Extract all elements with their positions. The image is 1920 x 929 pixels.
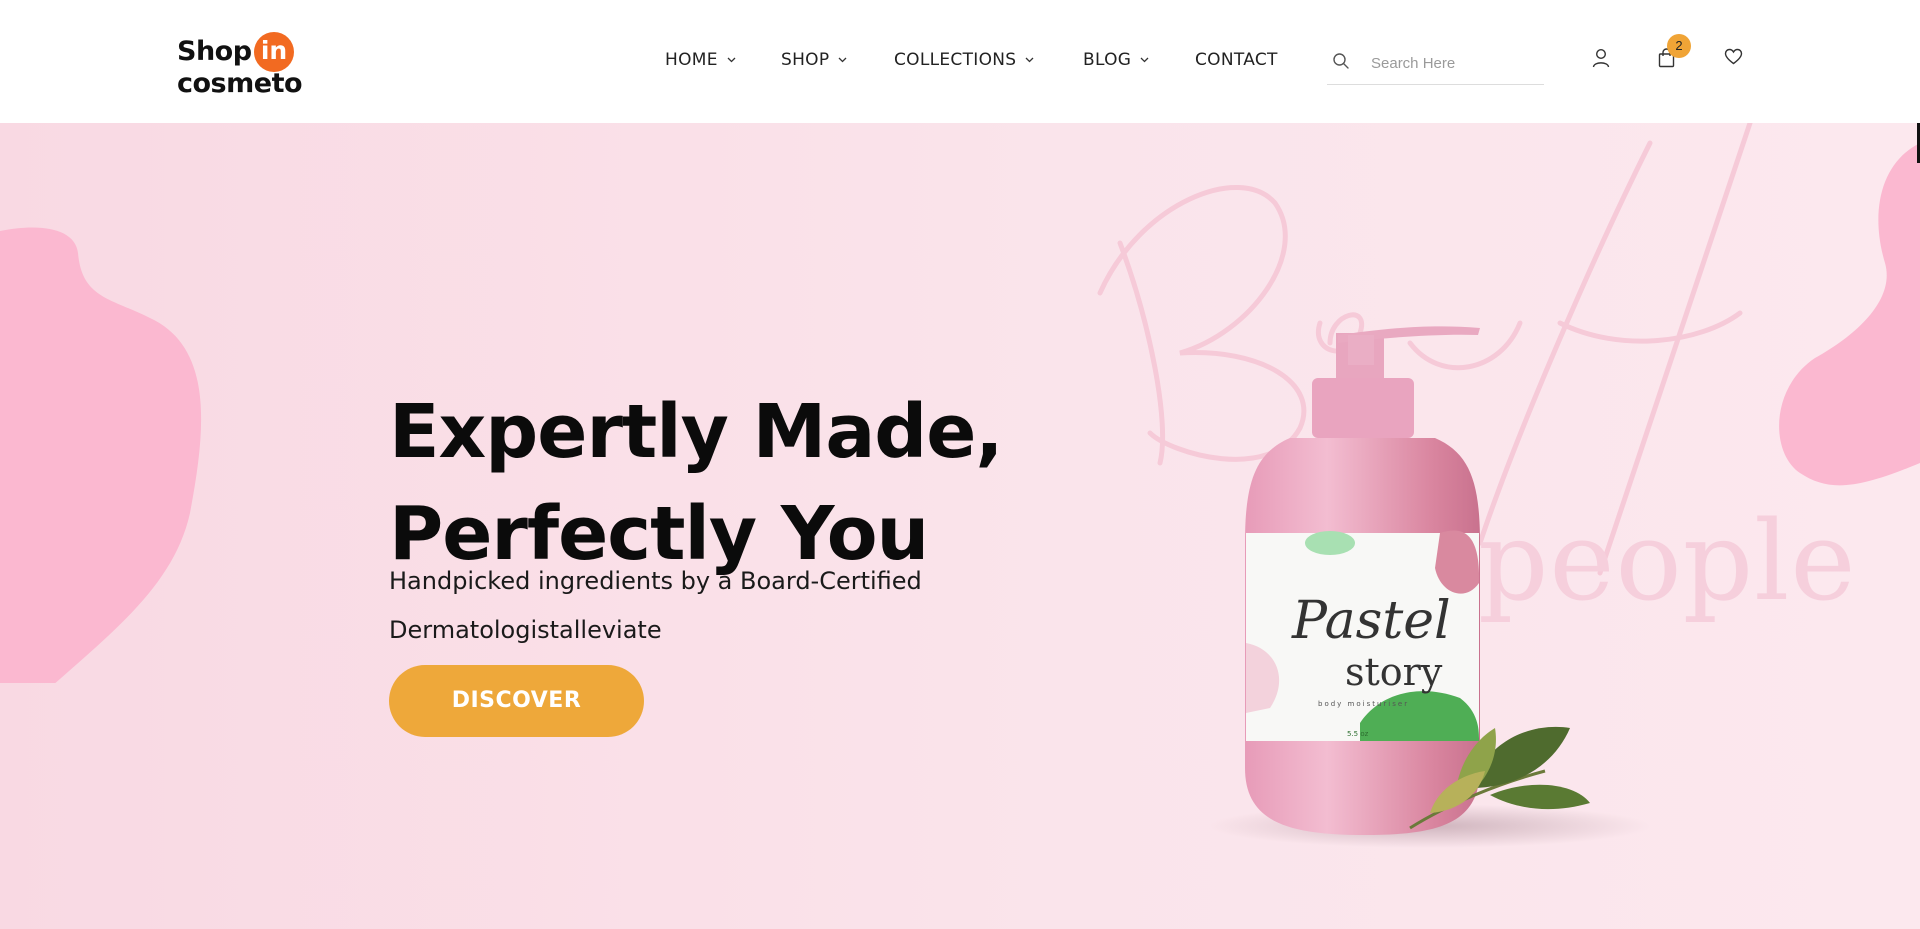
search-input[interactable] bbox=[1371, 51, 1536, 75]
cart-count-badge: 2 bbox=[1667, 34, 1691, 58]
chevron-down-icon bbox=[1025, 48, 1034, 68]
nav-item-contact[interactable]: CONTACT bbox=[1195, 50, 1278, 70]
nav-item-label: SHOP bbox=[781, 50, 830, 70]
heart-icon[interactable] bbox=[1724, 48, 1743, 70]
site-header: Shop in cosmeto HOME SHOP COLLECTIONS BL… bbox=[0, 0, 1920, 123]
hero-banner: people Expertly Made, Perfectly You Hand… bbox=[0, 123, 1920, 929]
nav-item-label: CONTACT bbox=[1195, 50, 1278, 70]
chevron-down-icon bbox=[1140, 48, 1149, 68]
product-image: Pastel story body moisturiser 5.5 oz bbox=[1210, 326, 1650, 848]
search-box bbox=[1327, 48, 1544, 85]
nav-item-collections[interactable]: COLLECTIONS bbox=[894, 50, 1034, 70]
search-icon[interactable] bbox=[1332, 52, 1350, 75]
product-name-line1: Pastel bbox=[1291, 591, 1451, 651]
nav-item-shop[interactable]: SHOP bbox=[781, 50, 847, 70]
product-size: 5.5 oz bbox=[1347, 730, 1369, 738]
nav-item-blog[interactable]: BLOG bbox=[1083, 50, 1149, 70]
product-name-line2: story bbox=[1345, 650, 1443, 694]
logo-word-shop: Shop bbox=[177, 36, 252, 67]
logo-word-cosmeto: cosmeto bbox=[177, 68, 303, 99]
chevron-down-icon bbox=[727, 48, 736, 68]
logo[interactable]: Shop in cosmeto bbox=[177, 32, 317, 102]
logo-word-in: in bbox=[254, 32, 294, 72]
chevron-down-icon bbox=[838, 48, 847, 68]
user-icon[interactable] bbox=[1592, 48, 1610, 73]
nav-item-home[interactable]: HOME bbox=[665, 50, 736, 70]
product-tagline: body moisturiser bbox=[1318, 700, 1409, 708]
nav-item-label: COLLECTIONS bbox=[894, 50, 1017, 70]
nav-item-label: BLOG bbox=[1083, 50, 1132, 70]
nav-item-label: HOME bbox=[665, 50, 718, 70]
pump-collar bbox=[1312, 378, 1414, 438]
